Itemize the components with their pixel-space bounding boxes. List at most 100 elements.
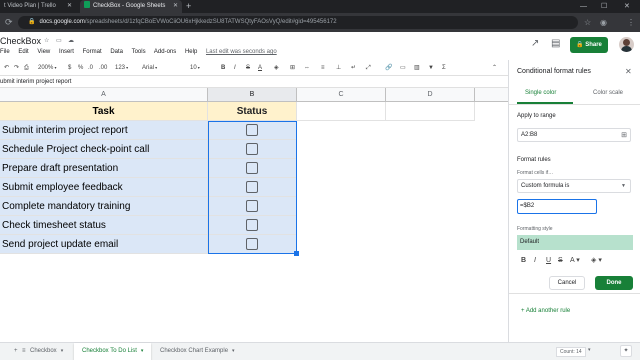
text-wrap-icon[interactable]: ↵	[351, 63, 356, 73]
fill-handle[interactable]	[294, 251, 299, 256]
grid-cell[interactable]	[386, 102, 475, 121]
formula-bar[interactable]: ubmit interim project report	[0, 76, 508, 88]
maximize-icon[interactable]: ☐	[601, 0, 607, 13]
undo-icon[interactable]: ↶	[4, 63, 9, 73]
menu-edit[interactable]: Edit	[18, 49, 28, 55]
fill-color-icon[interactable]: ◈ ▾	[591, 256, 602, 266]
menu-help[interactable]: Help	[185, 49, 197, 55]
font-size-select[interactable]: 10	[190, 63, 200, 73]
task-cell[interactable]: Complete mandatory training	[0, 197, 208, 216]
task-checkbox[interactable]	[246, 200, 258, 212]
collapse-toolbar-icon[interactable]: ⌃	[492, 63, 497, 73]
column-header-c[interactable]: C	[297, 88, 386, 102]
add-another-rule-button[interactable]: + Add another rule	[521, 308, 570, 314]
cancel-button[interactable]: Cancel	[549, 276, 585, 290]
merge-cells-icon[interactable]: ⇔	[304, 63, 310, 73]
column-header-b[interactable]: B	[208, 88, 297, 102]
done-button[interactable]: Done	[595, 276, 633, 290]
task-checkbox[interactable]	[246, 124, 258, 136]
text-color-button[interactable]: A	[258, 63, 262, 73]
new-tab-button[interactable]: +	[186, 0, 191, 13]
task-header-cell[interactable]: Task	[0, 102, 208, 121]
comments-icon[interactable]: ▤	[551, 38, 560, 49]
menu-dots-icon[interactable]: ⋮	[627, 17, 635, 28]
reload-icon[interactable]: ⟳	[5, 16, 13, 29]
url-field[interactable]: 🔒 docs.google.com/spreadsheets/d/1zfqCBoE…	[18, 16, 578, 29]
task-cell[interactable]: Send project update email	[0, 235, 208, 254]
star-icon[interactable]: ☆	[44, 37, 49, 44]
last-edit-link[interactable]: Last edit was seconds ago	[206, 49, 277, 55]
zoom-select[interactable]: 200%	[38, 63, 56, 73]
share-button[interactable]: 🔒 Share	[570, 37, 608, 53]
explore-icon[interactable]: ✦	[620, 345, 632, 357]
print-icon[interactable]: ⎙	[24, 63, 29, 73]
grid-cell[interactable]	[297, 102, 386, 121]
borders-icon[interactable]: ⊞	[290, 63, 295, 73]
sheet-tab-checkbox-chart-example[interactable]: Checkbox Chart Example ▾	[152, 343, 243, 360]
star-icon[interactable]: ☆	[584, 17, 591, 28]
vertical-align-icon[interactable]: ⊥	[336, 63, 341, 73]
browser-tab-trello[interactable]: t Video Plan | Trello ✕	[0, 0, 76, 13]
spreadsheet-grid[interactable]: A B C D Task Status Submit interim proje…	[0, 88, 508, 342]
tab-single-color[interactable]: Single color	[525, 90, 556, 96]
text-rotation-icon[interactable]: ⤢	[366, 63, 371, 73]
insert-link-icon[interactable]: 🔗	[385, 63, 392, 73]
close-tab-icon[interactable]: ✕	[67, 0, 72, 13]
document-title[interactable]: CheckBox	[0, 36, 41, 46]
column-header-a[interactable]: A	[0, 88, 208, 102]
close-icon[interactable]: ✕	[625, 67, 632, 76]
task-checkbox[interactable]	[246, 181, 258, 193]
task-checkbox[interactable]	[246, 162, 258, 174]
custom-formula-input[interactable]: =$B2	[517, 199, 597, 214]
number-format-select[interactable]: 123	[115, 63, 128, 73]
browser-tab-sheets[interactable]: CheckBox - Google Sheets ✕	[80, 0, 182, 13]
task-checkbox[interactable]	[246, 143, 258, 155]
status-header-cell[interactable]: Status	[208, 102, 297, 121]
selection-count[interactable]: Count: 14	[556, 347, 586, 357]
range-input[interactable]: A2:B8 ⊞	[517, 128, 631, 142]
increase-decimals-button[interactable]: .00	[99, 63, 107, 73]
decrease-decimals-button[interactable]: .0	[88, 63, 93, 73]
avatar[interactable]	[619, 37, 634, 52]
functions-icon[interactable]: Σ	[442, 63, 446, 73]
italic-button[interactable]: I	[234, 63, 236, 73]
currency-button[interactable]: $	[68, 63, 71, 73]
horizontal-align-icon[interactable]: ≡	[321, 63, 325, 73]
menu-tools[interactable]: Tools	[132, 49, 146, 55]
task-checkbox[interactable]	[246, 219, 258, 231]
task-cell[interactable]: Prepare draft presentation	[0, 159, 208, 178]
task-cell[interactable]: Submit interim project report	[0, 121, 208, 140]
font-select[interactable]: Arial	[142, 63, 186, 73]
bold-button[interactable]: B	[521, 256, 526, 266]
close-window-icon[interactable]: ✕	[624, 0, 630, 13]
filter-icon[interactable]: ▼	[428, 63, 434, 73]
activity-chart-icon[interactable]: ↗	[531, 38, 539, 49]
fill-color-icon[interactable]: ◈	[274, 63, 279, 73]
condition-select[interactable]: Custom formula is ▼	[517, 179, 631, 193]
select-range-icon[interactable]: ⊞	[621, 131, 627, 140]
redo-icon[interactable]: ↷	[14, 63, 19, 73]
underline-button[interactable]: U	[546, 256, 551, 266]
sheet-tab-checkbox[interactable]: Checkbox ▾	[22, 343, 71, 360]
menu-insert[interactable]: Insert	[59, 49, 74, 55]
minimize-icon[interactable]: —	[580, 0, 587, 13]
italic-button[interactable]: I	[534, 256, 536, 266]
strikethrough-button[interactable]: S	[558, 256, 563, 266]
insert-comment-icon[interactable]: ▭	[400, 63, 406, 73]
column-header-d[interactable]: D	[386, 88, 475, 102]
menu-view[interactable]: View	[37, 49, 50, 55]
menu-add-ons[interactable]: Add-ons	[154, 49, 176, 55]
column-header-e[interactable]	[475, 88, 508, 102]
menu-file[interactable]: File	[0, 49, 10, 55]
tab-color-scale[interactable]: Color scale	[593, 90, 623, 96]
text-color-button[interactable]: A ▾	[570, 256, 580, 266]
percent-button[interactable]: %	[78, 63, 83, 73]
extension-icon[interactable]: ◉	[600, 17, 607, 28]
sheet-tab-checkbox-to-do-list[interactable]: Checkbox To Do List ▾	[74, 343, 152, 360]
task-cell[interactable]: Submit employee feedback	[0, 178, 208, 197]
menu-data[interactable]: Data	[110, 49, 123, 55]
menu-format[interactable]: Format	[83, 49, 102, 55]
move-folder-icon[interactable]: ▭	[56, 37, 62, 44]
task-cell[interactable]: Schedule Project check-point call	[0, 140, 208, 159]
style-preview[interactable]: Default	[517, 235, 633, 250]
